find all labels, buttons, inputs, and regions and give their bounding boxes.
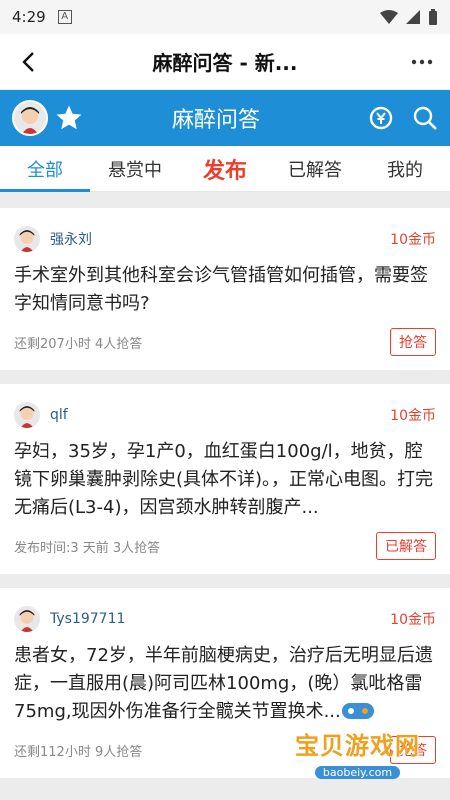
app-title: 麻醉问答 - 新... xyxy=(152,51,298,75)
tab-answered[interactable]: 已解答 xyxy=(270,146,360,191)
grab-answer-button[interactable]: 抢答 xyxy=(390,328,436,356)
reward-amount: 10金币 xyxy=(390,232,436,248)
question-card[interactable]: qlf 10金币 孕妇，35岁，孕1产0，血红蛋白100g/l，地贫，腔镜下卵巢… xyxy=(0,384,450,574)
tab-publish[interactable]: 发布 xyxy=(180,146,270,191)
question-text[interactable]: 手术室外到其他科室会诊气管插管如何插管，需要签字知情同意书吗? xyxy=(14,262,436,318)
question-text[interactable]: 孕妇，35岁，孕1产0，血红蛋白100g/l，地贫，腔镜下卵巢囊肿剥除史(具体不… xyxy=(14,438,436,522)
user-avatar[interactable] xyxy=(14,226,40,252)
coin-exchange-icon[interactable] xyxy=(368,105,394,131)
wifi-icon xyxy=(380,10,398,24)
question-meta: 还剩207小时 4人抢答 xyxy=(14,336,143,352)
reward-amount: 10金币 xyxy=(390,612,436,628)
battery-icon xyxy=(429,9,437,25)
status-bar: 4:29 A xyxy=(0,0,450,34)
tab-mine[interactable]: 我的 xyxy=(360,146,450,191)
question-meta: 发布时间:3 天前 3人抢答 xyxy=(14,540,161,556)
tab-all[interactable]: 全部 xyxy=(0,146,90,192)
avatar-icon xyxy=(14,102,46,134)
tab-bar: 全部 悬赏中 发布 已解答 我的 xyxy=(0,146,450,192)
back-arrow-icon xyxy=(22,51,34,72)
watermark-url: baobeiy.com xyxy=(314,766,401,779)
avatar-icon xyxy=(14,606,40,632)
notification-icon: A xyxy=(57,10,72,24)
question-meta: 还剩112小时 9人抢答 xyxy=(14,744,143,760)
answered-button[interactable]: 已解答 xyxy=(376,532,436,560)
user-avatar[interactable] xyxy=(14,606,40,632)
section-header: 麻醉问答 xyxy=(0,90,450,146)
reward-amount: 10金币 xyxy=(390,408,436,424)
avatar-icon xyxy=(14,226,40,252)
question-list: 强永刘 10金币 手术室外到其他科室会诊气管插管如何插管，需要签字知情同意书吗?… xyxy=(0,192,450,778)
app-bar: 麻醉问答 - 新... xyxy=(0,34,450,90)
question-card[interactable]: 强永刘 10金币 手术室外到其他科室会诊气管插管如何插管，需要签字知情同意书吗?… xyxy=(0,208,450,370)
gamepad-icon xyxy=(341,703,374,719)
user-name[interactable]: Tys197711 xyxy=(50,611,125,627)
watermark-text: 宝贝游戏网 xyxy=(295,732,420,760)
tab-rewarding[interactable]: 悬赏中 xyxy=(90,146,180,191)
more-button[interactable] xyxy=(408,59,436,65)
signal-icon xyxy=(406,10,420,24)
back-button[interactable] xyxy=(14,51,42,73)
favorite-star-icon[interactable] xyxy=(54,103,84,133)
section-title: 麻醉问答 xyxy=(171,108,260,133)
user-name[interactable]: qlf xyxy=(50,407,68,423)
watermark: 宝贝游戏网 baobeiy.com xyxy=(295,700,420,780)
status-time: 4:29 xyxy=(12,8,46,26)
user-avatar[interactable] xyxy=(14,402,40,428)
user-avatar[interactable] xyxy=(12,100,48,136)
search-icon[interactable] xyxy=(412,105,438,131)
more-dots-icon xyxy=(411,59,433,64)
user-name[interactable]: 强永刘 xyxy=(50,229,92,249)
avatar-icon xyxy=(14,402,40,428)
